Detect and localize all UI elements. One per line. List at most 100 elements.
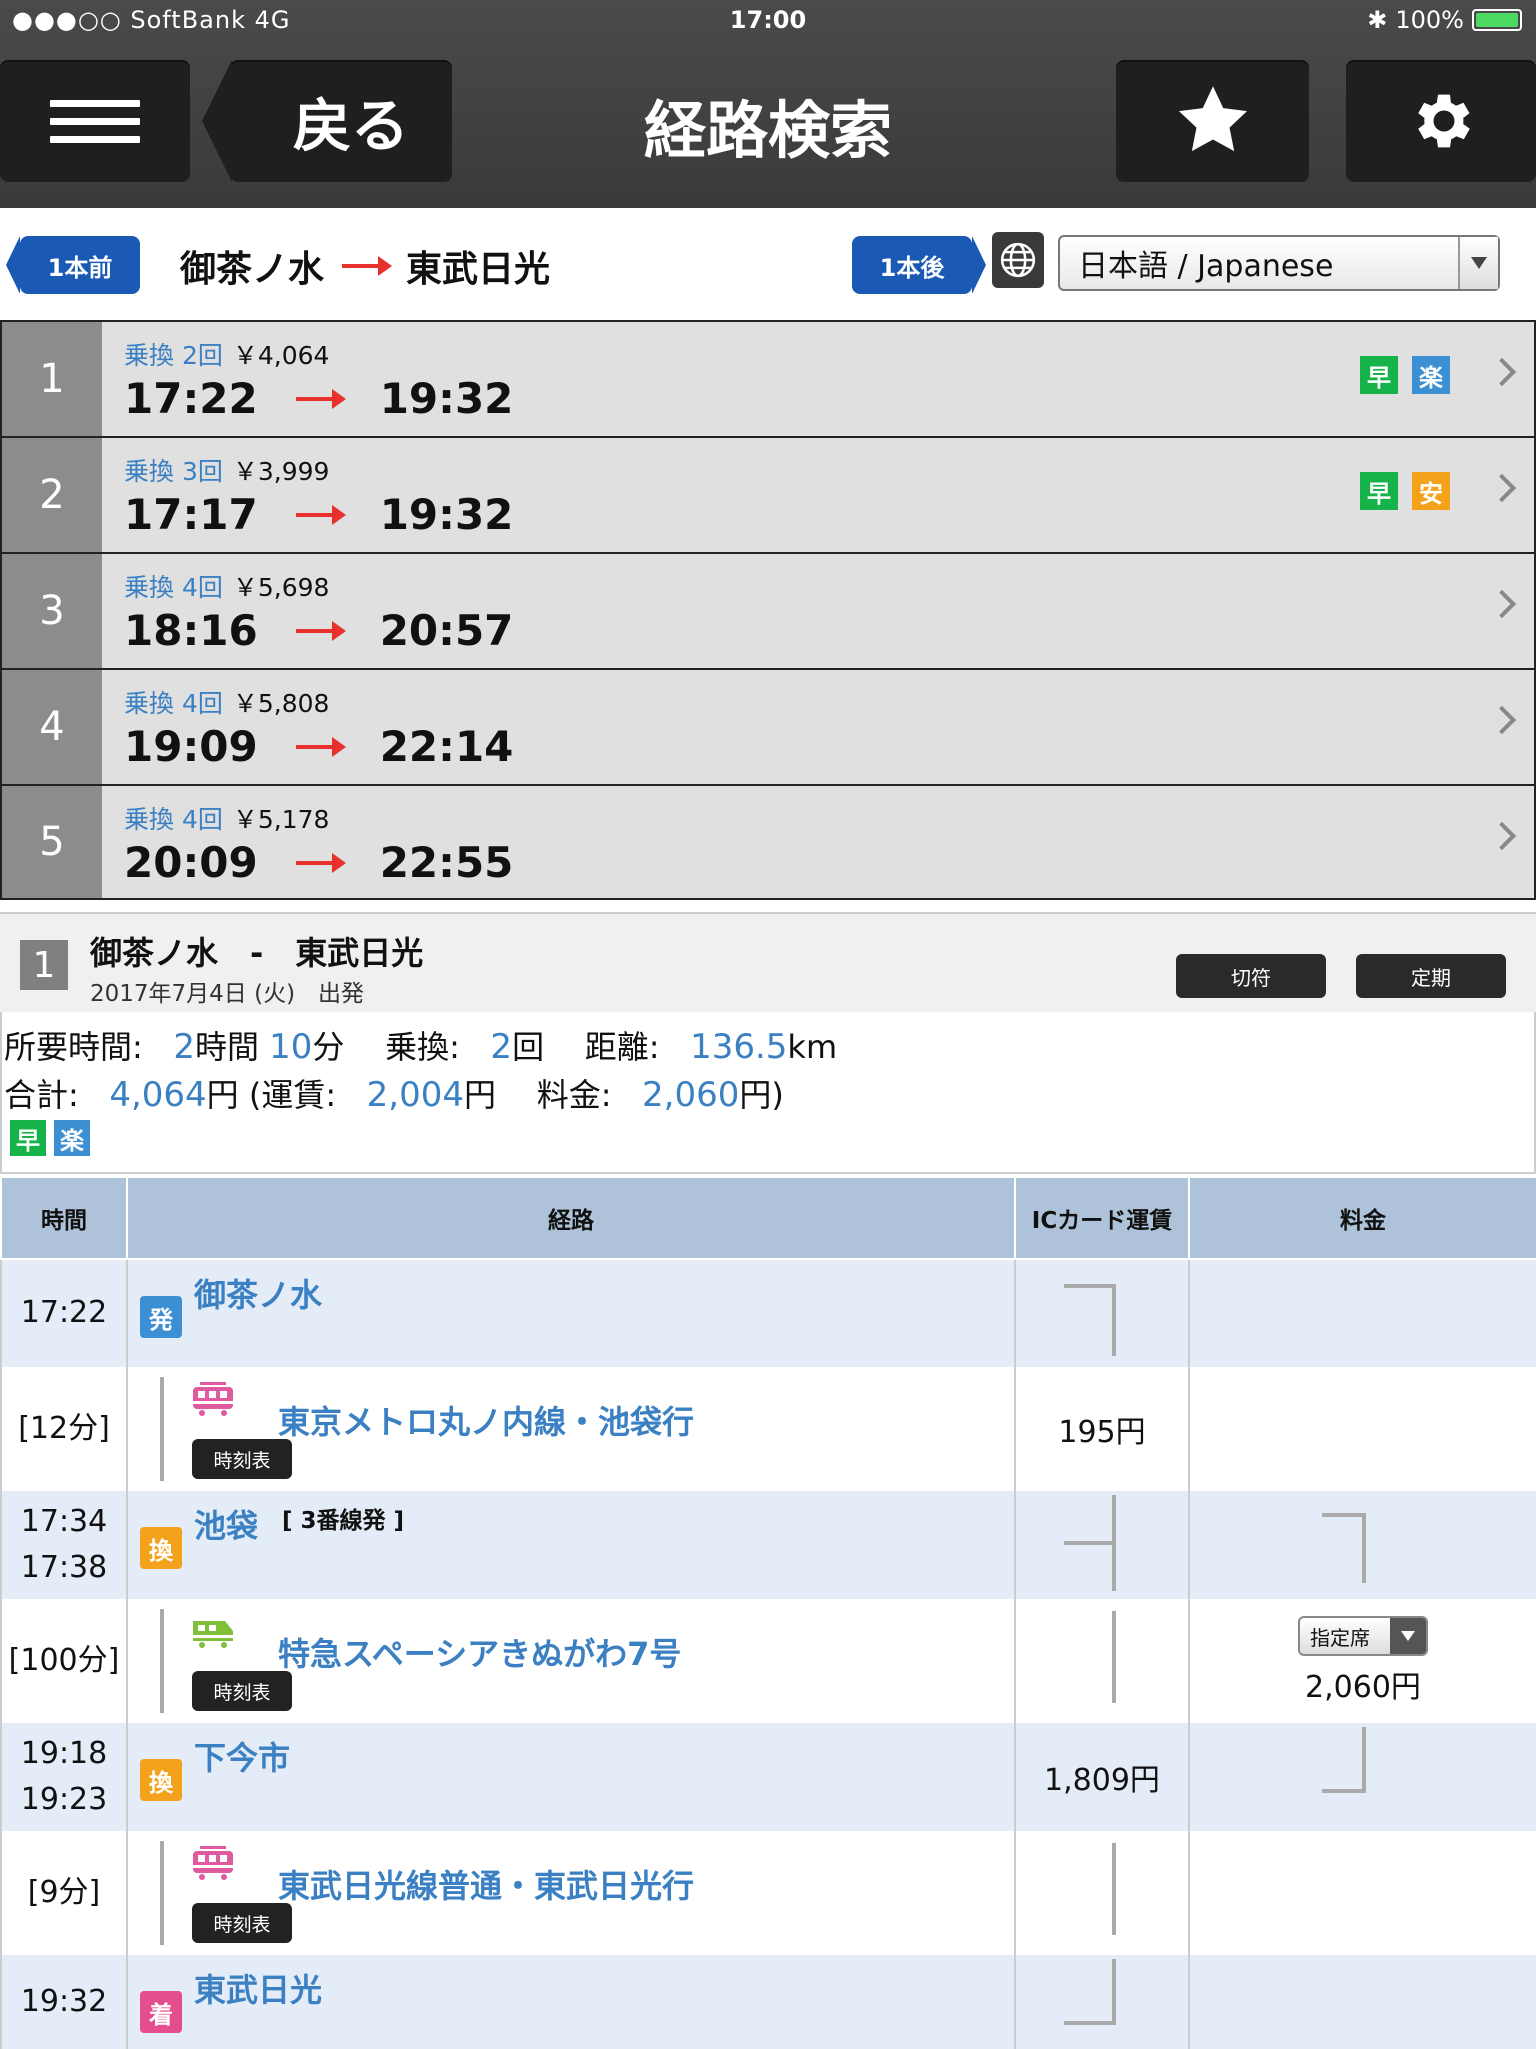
arrow-right-icon xyxy=(295,736,346,757)
bracket-mark xyxy=(1322,1513,1366,1517)
result-meta: 乗換 4回 ￥5,808 xyxy=(124,684,329,720)
summary-badges: 早 楽 xyxy=(10,1120,90,1156)
result-meta: 乗換 4回 ￥5,178 xyxy=(124,800,329,836)
ic-fare-cell xyxy=(1014,1599,1190,1723)
duration-mins: 10 xyxy=(269,1027,313,1067)
station-name[interactable]: 下今市 xyxy=(194,1733,290,1779)
time-cell: 17:22 xyxy=(0,1259,128,1367)
chevron-right-icon xyxy=(1487,705,1517,735)
result-times: 17:22 19:32 xyxy=(124,374,513,423)
transfer-unit: 回 xyxy=(512,1028,545,1066)
depart-time: 17:22 xyxy=(124,374,258,423)
result-row-5[interactable]: 5 乗換 4回 ￥5,178 20:09 22:55 xyxy=(0,784,1536,900)
table-row: [9分] 東武日光線普通・東武日光行 時刻表 xyxy=(0,1831,1536,1955)
station-entry: 換 下今市 xyxy=(140,1733,290,1801)
timetable-button[interactable]: 時刻表 xyxy=(192,1439,292,1479)
bracket-mark xyxy=(1362,1727,1366,1793)
chevron-right-icon xyxy=(1487,473,1517,503)
line-name[interactable]: 東武日光線普通・東武日光行 xyxy=(278,1861,694,1907)
commuter-pass-button[interactable]: 定期 xyxy=(1356,954,1506,998)
summary-line-2: 合計: 4,064円 (運賃: 2,004円 料金: 2,060円) xyxy=(4,1070,784,1116)
duration-label: 所要時間: xyxy=(4,1028,143,1066)
favorite-button[interactable] xyxy=(1116,60,1309,182)
timetable-button[interactable]: 時刻表 xyxy=(192,1671,292,1711)
prev-train-button[interactable]: 1本前 xyxy=(6,236,140,294)
result-number: 4 xyxy=(2,670,102,784)
chevron-right-icon xyxy=(1487,357,1517,387)
result-row-1[interactable]: 1 乗換 2回 ￥4,064 17:22 19:32 早楽 xyxy=(0,320,1536,436)
bracket-mark xyxy=(1112,1843,1116,1935)
chevron-right-icon xyxy=(1487,821,1517,851)
duration-cell: [9分] xyxy=(0,1831,128,1955)
settings-button[interactable] xyxy=(1346,60,1536,182)
fee-cell xyxy=(1188,1491,1536,1599)
station-name[interactable]: 御茶ノ水 xyxy=(194,1270,322,1316)
table-row: [12分] 東京メトロ丸ノ内線・池袋行 時刻表 195円 xyxy=(0,1367,1536,1491)
chevron-right-icon xyxy=(1487,589,1517,619)
fare-total: ￥3,999 xyxy=(232,457,330,486)
battery-percent: 100% xyxy=(1395,6,1464,34)
duration-cell: [12分] xyxy=(0,1367,128,1491)
total-value: 4,064 xyxy=(109,1075,207,1115)
fast-badge: 早 xyxy=(1360,472,1398,510)
fee-cell xyxy=(1188,1723,1536,1831)
route-cell: 東京メトロ丸ノ内線・池袋行 時刻表 xyxy=(126,1367,1016,1491)
line-name[interactable]: 東京メトロ丸ノ内線・池袋行 xyxy=(278,1397,694,1443)
duration-cell: [100分] xyxy=(0,1599,128,1723)
chevron-down-icon xyxy=(1390,1618,1426,1654)
route-cell: 着 東武日光 xyxy=(126,1955,1016,2049)
col-time: 時間 xyxy=(0,1176,128,1260)
arrow-right-icon xyxy=(295,388,346,409)
station-name[interactable]: 池袋 xyxy=(194,1501,258,1547)
station-name[interactable]: 東武日光 xyxy=(194,1965,322,2011)
route-table: 時間 経路 ICカード運賃 料金 17:22 発 御茶ノ水 [12分] 東京メト… xyxy=(0,1176,1536,2049)
fare-value: 2,004 xyxy=(366,1075,464,1115)
bracket-mark xyxy=(1112,1284,1116,1356)
easy-badge: 楽 xyxy=(54,1120,90,1156)
bracket-mark xyxy=(1064,1541,1116,1545)
language-select[interactable]: 日本語 / Japanese xyxy=(1058,235,1500,291)
timetable-button[interactable]: 時刻表 xyxy=(192,1903,292,1943)
route-line xyxy=(160,1609,164,1713)
result-row-2[interactable]: 2 乗換 3回 ￥3,999 17:17 19:32 早安 xyxy=(0,436,1536,552)
seat-type-select[interactable]: 指定席 xyxy=(1298,1616,1428,1656)
result-badges: 早安 xyxy=(1360,472,1450,510)
bracket-mark xyxy=(1112,1611,1116,1703)
fee-value: 2,060円 xyxy=(1305,1670,1421,1705)
train-icon xyxy=(193,1621,233,1648)
result-row-3[interactable]: 3 乗換 4回 ￥5,698 18:16 20:57 xyxy=(0,552,1536,668)
transfer-count: 乗換 4回 xyxy=(124,689,223,718)
result-meta: 乗換 4回 ￥5,698 xyxy=(124,568,329,604)
line-name[interactable]: 特急スペーシアきぬがわ7号 xyxy=(278,1629,681,1675)
fee-cell xyxy=(1188,1831,1536,1955)
arrive-time: 22:55 xyxy=(379,838,514,887)
easy-badge: 楽 xyxy=(1412,356,1450,394)
transfer-count: 乗換 2回 xyxy=(124,341,223,370)
route-cell: 発 御茶ノ水 xyxy=(126,1259,1016,1367)
globe-icon[interactable] xyxy=(992,232,1044,288)
chevron-down-icon xyxy=(1458,237,1498,289)
yen-unit: 円 xyxy=(206,1076,239,1114)
ticket-button[interactable]: 切符 xyxy=(1176,954,1326,998)
fare-total: ￥5,698 xyxy=(232,573,330,602)
fare-total: ￥5,808 xyxy=(232,689,330,718)
table-row: 19:18 19:23 換 下今市 1,809円 xyxy=(0,1723,1536,1831)
route-line xyxy=(160,1841,164,1945)
arrive-badge: 着 xyxy=(140,1991,182,2033)
transfer-label: 乗換: xyxy=(385,1028,460,1066)
table-row: 17:22 発 御茶ノ水 xyxy=(0,1259,1536,1367)
transfer-count: 乗換 4回 xyxy=(124,573,223,602)
depart-badge: 発 xyxy=(140,1296,182,1338)
arrow-right-icon xyxy=(295,852,346,873)
station-entry: 発 御茶ノ水 xyxy=(140,1270,322,1338)
seat-type-value: 指定席 xyxy=(1310,1625,1370,1650)
status-time: 17:00 xyxy=(729,6,807,34)
route-line xyxy=(160,1377,164,1481)
arrow-right-icon xyxy=(342,256,393,276)
result-row-4[interactable]: 4 乗換 4回 ￥5,808 19:09 22:14 xyxy=(0,668,1536,784)
language-value: 日本語 / Japanese xyxy=(1078,249,1334,284)
route-from: 御茶ノ水 xyxy=(180,249,325,290)
fare-label: (運賃: xyxy=(248,1076,337,1114)
next-train-button[interactable]: 1本後 xyxy=(852,236,986,294)
distance-label: 距離: xyxy=(584,1028,660,1066)
